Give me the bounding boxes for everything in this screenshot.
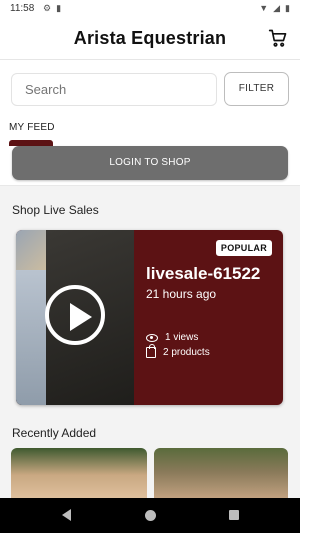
search-input[interactable] <box>11 73 217 106</box>
gear-icon: ⚙ <box>43 3 52 13</box>
play-triangle <box>70 303 92 331</box>
battery-icon: ▮ <box>285 3 290 13</box>
section-title-recently-added: Recently Added <box>12 426 97 440</box>
play-icon[interactable] <box>45 285 105 345</box>
live-sale-name: livesale-61522 <box>146 264 261 283</box>
home-icon[interactable] <box>145 510 156 521</box>
navigation-bar <box>0 498 300 533</box>
wifi-icon: ▼ <box>259 3 269 13</box>
live-sale-time: 21 hours ago <box>146 287 217 301</box>
back-icon[interactable] <box>62 509 71 521</box>
login-to-shop-button[interactable]: LOGIN TO SHOP <box>12 146 288 180</box>
section-title-live-sales: Shop Live Sales <box>12 203 99 217</box>
content-area: Shop Live Sales POPULAR livesale-61522 2… <box>0 185 300 508</box>
views-count: 1 views <box>165 332 199 343</box>
app-header: Arista Equestrian <box>0 18 300 60</box>
status-left-icons: ⚙ ▮ <box>43 3 61 14</box>
recents-icon[interactable] <box>229 510 239 520</box>
signal-icon: ◢ <box>273 3 281 13</box>
filter-button[interactable]: FILTER <box>224 72 289 106</box>
app-title: Arista Equestrian <box>73 28 227 48</box>
status-time: 11:58 <box>10 3 35 14</box>
shopping-bag-icon <box>146 344 156 358</box>
tab-my-feed[interactable]: MY FEED <box>9 122 55 133</box>
live-sale-thumbnail <box>16 230 134 405</box>
products-row: 2 products <box>146 344 210 358</box>
popular-badge: POPULAR <box>215 240 272 256</box>
products-count: 2 products <box>163 347 210 358</box>
status-bar: 11:58 ⚙ ▮ ▼ ◢ ▮ <box>0 0 300 18</box>
search-area: FILTER MY FEED LOGIN TO SHOP <box>0 60 300 185</box>
cart-icon[interactable] <box>268 28 288 48</box>
sim-card-icon: ▮ <box>56 3 62 13</box>
live-sale-card[interactable]: POPULAR livesale-61522 21 hours ago 1 vi… <box>16 230 283 405</box>
eye-icon <box>146 333 158 342</box>
status-right-icons: ▼ ◢ ▮ <box>259 3 290 14</box>
views-row: 1 views <box>146 332 198 343</box>
